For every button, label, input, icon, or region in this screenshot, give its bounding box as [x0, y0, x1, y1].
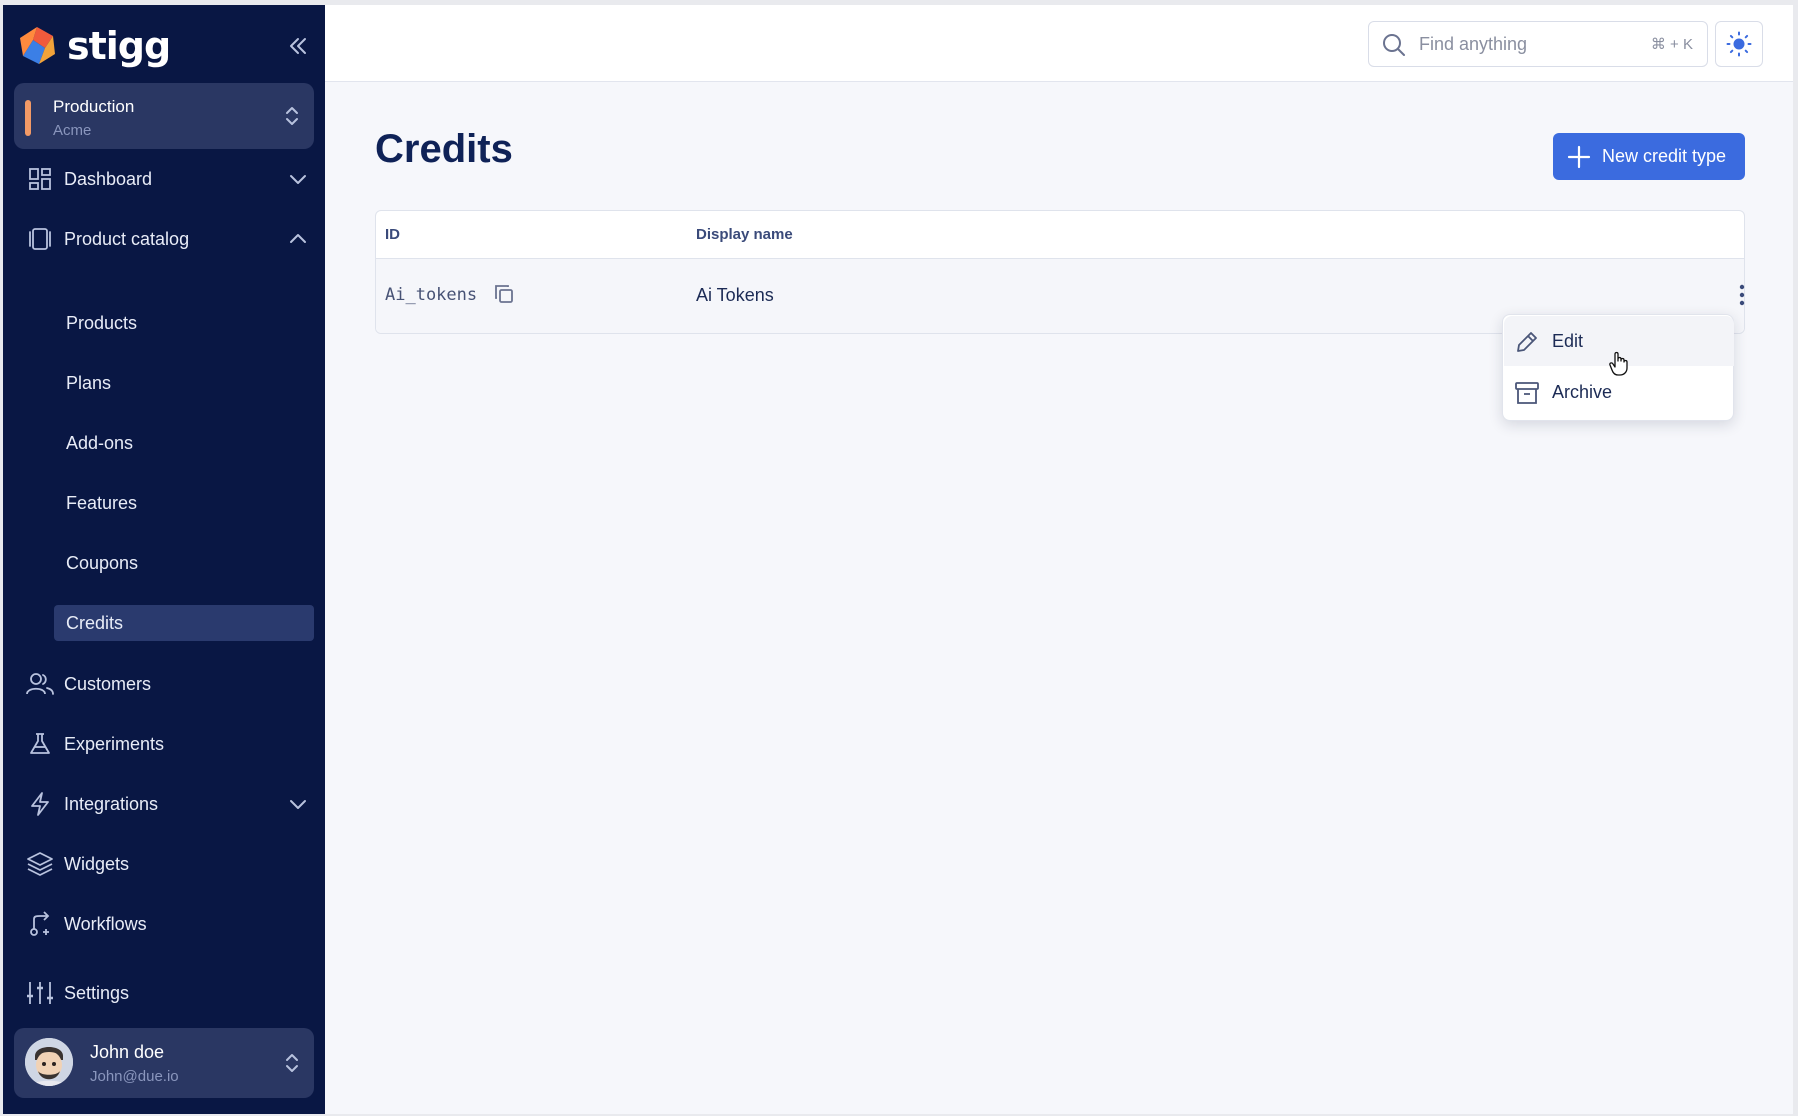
nav-product-catalog-label: Product catalog — [64, 228, 190, 249]
nav-experiments[interactable]: Experiments — [3, 720, 325, 768]
user-email: John@due.io — [90, 1068, 179, 1085]
top-bar: ⌘ + K — [325, 5, 1793, 82]
nav-integrations[interactable]: Integrations — [3, 780, 325, 828]
nav-dashboard[interactable]: Dashboard — [3, 155, 325, 203]
nav-settings-label: Settings — [64, 982, 130, 1003]
nav-experiments-label: Experiments — [64, 733, 165, 754]
dashboard-icon — [25, 164, 55, 194]
user-menu[interactable]: John doe John@due.io — [14, 1028, 314, 1098]
table-header: ID Display name — [376, 211, 1744, 259]
sidebar-item-label: Plans — [66, 372, 112, 393]
nav-customers[interactable]: Customers — [3, 660, 325, 708]
more-vertical-icon — [1739, 284, 1745, 306]
layers-icon — [25, 849, 55, 879]
search-shortcut-hint: ⌘ + K — [1650, 36, 1693, 53]
nav-widgets-label: Widgets — [64, 853, 130, 874]
user-name: John doe — [90, 1042, 165, 1062]
copy-icon[interactable] — [493, 283, 515, 305]
brand-name: stigg — [67, 24, 171, 68]
plus-icon — [1567, 145, 1591, 169]
sliders-icon — [25, 978, 55, 1008]
workflow-icon — [25, 909, 55, 939]
nav-dashboard-label: Dashboard — [64, 168, 153, 189]
column-header-display-name: Display name — [696, 226, 793, 243]
avatar — [25, 1038, 73, 1086]
row-actions-button[interactable] — [1728, 281, 1756, 309]
credit-id: Ai_tokens — [385, 285, 478, 305]
sidebar-item-label: Products — [66, 312, 138, 333]
nav-workflows-label: Workflows — [64, 913, 147, 934]
sidebar-item-label: Features — [66, 492, 138, 513]
flask-icon — [25, 729, 55, 759]
sidebar-item-label: Coupons — [66, 552, 139, 573]
search-input[interactable] — [1419, 22, 1619, 66]
app-window: stigg Production Acme Dashboard Product … — [0, 0, 1798, 1116]
users-icon — [25, 669, 55, 699]
collapse-sidebar-button[interactable] — [283, 31, 313, 61]
sidebar-item-add-ons[interactable]: Add-ons — [54, 425, 314, 461]
nav-workflows[interactable]: Workflows — [3, 900, 325, 948]
catalog-icon — [25, 224, 55, 254]
menu-item-label: Edit — [1552, 331, 1584, 351]
lightning-icon — [25, 789, 55, 819]
theme-toggle-button[interactable] — [1715, 21, 1763, 67]
sidebar-item-plans[interactable]: Plans — [54, 365, 314, 401]
environment-name: Production — [53, 97, 135, 116]
nav-widgets[interactable]: Widgets — [3, 840, 325, 888]
page-title: Credits — [375, 127, 513, 171]
environment-color-marker — [25, 100, 31, 136]
sidebar-item-features[interactable]: Features — [54, 485, 314, 521]
account-name: Acme — [53, 122, 92, 139]
sidebar: stigg Production Acme Dashboard Product … — [3, 5, 325, 1114]
new-credit-type-label: New credit type — [1602, 146, 1727, 166]
environment-switcher[interactable]: Production Acme — [14, 83, 314, 149]
menu-item-label: Archive — [1552, 382, 1613, 402]
nav-customers-label: Customers — [64, 673, 152, 694]
sidebar-item-label: Add-ons — [66, 432, 134, 453]
search-box[interactable]: ⌘ + K — [1368, 21, 1708, 67]
nav-integrations-label: Integrations — [64, 793, 159, 814]
up-down-chevron-icon — [286, 1054, 298, 1072]
sidebar-item-label: Credits — [66, 612, 124, 633]
chevron-down-icon — [290, 800, 306, 809]
logo: stigg — [15, 23, 171, 69]
sidebar-item-credits[interactable]: Credits — [54, 605, 314, 641]
credit-display-name: Ai Tokens — [696, 285, 774, 305]
sidebar-item-coupons[interactable]: Coupons — [54, 545, 314, 581]
double-chevron-left-icon — [290, 38, 306, 54]
up-down-chevron-icon — [286, 107, 298, 125]
chevron-up-icon — [290, 234, 306, 243]
chevron-down-icon — [290, 175, 306, 184]
nav-product-catalog[interactable]: Product catalog — [3, 215, 325, 263]
stigg-logo-icon — [15, 24, 59, 68]
new-credit-type-button[interactable]: New credit type — [1553, 133, 1745, 180]
main-content: ⌘ + K Credits New credit type ID Display… — [325, 5, 1793, 1114]
pencil-icon — [1517, 332, 1537, 352]
archive-icon — [1515, 382, 1539, 404]
nav-settings[interactable]: Settings — [3, 969, 325, 1017]
hand-pointer-icon — [1609, 351, 1628, 376]
column-header-id: ID — [385, 226, 400, 243]
sidebar-item-products[interactable]: Products — [54, 305, 314, 341]
search-icon — [1383, 34, 1405, 56]
sun-icon — [1726, 31, 1752, 57]
